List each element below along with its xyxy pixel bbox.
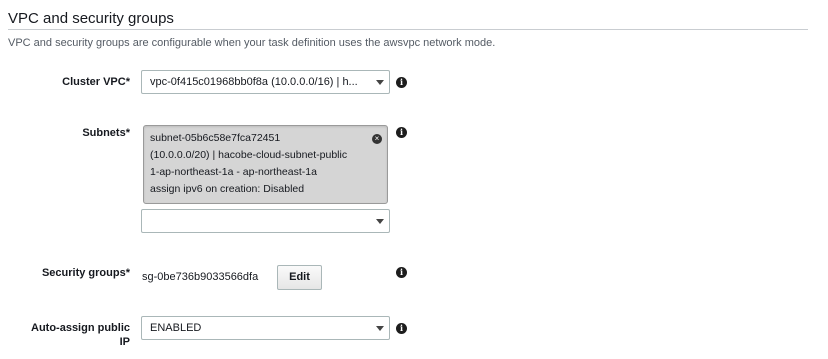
info-icon[interactable]: i [396, 267, 407, 278]
auto-assign-ip-select[interactable]: ENABLED [141, 316, 390, 340]
caret-down-icon [376, 80, 384, 85]
subnet-chip-line: subnet-05b6c58e7fca72451 [150, 132, 281, 144]
section-divider [8, 29, 808, 30]
security-groups-label: Security groups* [41, 267, 130, 279]
info-icon[interactable]: i [396, 323, 407, 334]
subnet-chip-line: assign ipv6 on creation: Disabled [150, 183, 305, 195]
auto-assign-ip-label-line1: Auto-assign public [31, 322, 130, 334]
auto-assign-ip-label: Auto-assign public IP [31, 321, 130, 349]
close-circle-icon[interactable]: × [372, 134, 382, 144]
cluster-vpc-label: Cluster VPC* [62, 76, 130, 88]
cluster-vpc-select[interactable]: vpc-0f415c01968bb0f8a (10.0.0.0/16) | h.… [141, 70, 390, 94]
edit-button[interactable]: Edit [277, 265, 322, 290]
caret-down-icon [376, 219, 384, 224]
info-icon[interactable]: i [396, 77, 407, 88]
security-group-value: sg-0be736b9033566dfa [142, 271, 259, 283]
auto-assign-ip-label-line2: IP [119, 336, 130, 348]
subnet-chip-line: 1-ap-northeast-1a - ap-northeast-1a [150, 166, 317, 178]
subnet-chip: subnet-05b6c58e7fca72451 (10.0.0.0/20) |… [143, 125, 388, 204]
section-title: VPC and security groups [8, 10, 174, 27]
subnet-chip-line: (10.0.0.0/20) | hacobe-cloud-subnet-publ… [150, 149, 348, 161]
subnets-label: Subnets* [82, 127, 130, 139]
subnets-select[interactable] [141, 209, 390, 233]
caret-down-icon [376, 326, 384, 331]
auto-assign-ip-value: ENABLED [150, 322, 202, 334]
info-icon[interactable]: i [396, 127, 407, 138]
section-description: VPC and security groups are configurable… [8, 37, 496, 49]
cluster-vpc-value: vpc-0f415c01968bb0f8a (10.0.0.0/16) | h.… [150, 76, 358, 88]
